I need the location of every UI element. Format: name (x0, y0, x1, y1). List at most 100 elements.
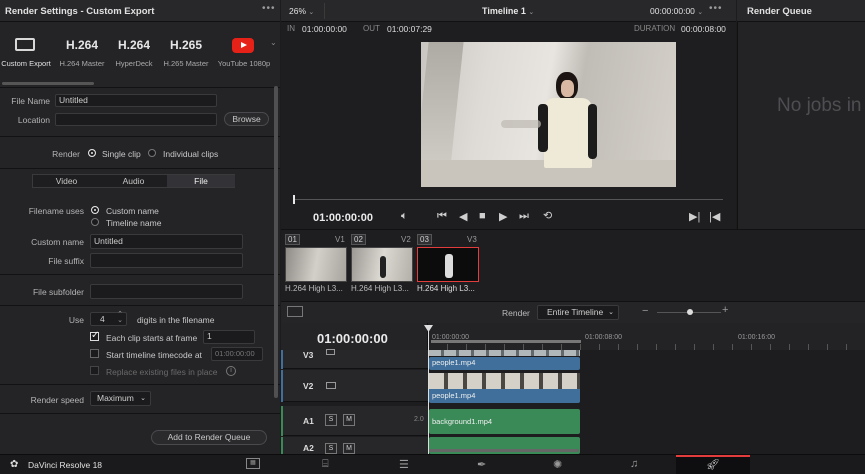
fusion-page-icon[interactable]: ✒︎ (477, 458, 486, 471)
timeline-view-icon[interactable] (287, 306, 303, 317)
digits-stepper[interactable]: 4 ⌃ ⌄ (90, 311, 127, 326)
tab-video[interactable]: Video (33, 176, 100, 186)
viewer-header: 26% ⌄ Timeline 1 ⌄ 00:00:00:00 ⌄ ••• (281, 0, 736, 22)
each-clip-checkbox[interactable]: ✓ (90, 330, 99, 341)
timeline-render-label: Render (502, 308, 530, 318)
clip-track: V3 (467, 235, 477, 244)
file-subfolder-field[interactable] (90, 284, 243, 299)
play-icon[interactable]: ▶︎ (499, 210, 507, 223)
volume-icon[interactable]: 🔈︎ (401, 210, 408, 223)
settings-scrollbar[interactable] (274, 86, 278, 398)
preset-h264-master[interactable]: H.264 H.264 Master (56, 30, 108, 80)
custom-name-field[interactable]: Untitled (90, 234, 243, 249)
preset-custom-export[interactable]: Custom Export (0, 30, 52, 80)
video-frame[interactable] (421, 42, 676, 187)
stop-icon[interactable]: ■ (479, 210, 486, 222)
track-header-v3[interactable]: V3 (281, 349, 428, 369)
viewer-options-icon[interactable]: ••• (709, 3, 723, 14)
location-field[interactable] (55, 113, 217, 126)
zoom-value: 26% (289, 6, 307, 16)
play-reverse-icon[interactable]: ◀︎ (459, 210, 467, 223)
start-tc-checkbox[interactable] (90, 349, 99, 358)
skip-to-end-icon[interactable]: ⏭︎ (519, 210, 529, 223)
monitor-icon[interactable] (326, 349, 335, 355)
clip-name: background1.mp4 (432, 417, 493, 426)
track-header-v2[interactable]: V2 (281, 370, 428, 402)
skip-to-start-icon[interactable]: ⏮︎ (437, 210, 447, 223)
render-queue-header: Render Queue (737, 0, 865, 22)
preset-label: H.265 Master (163, 59, 209, 68)
solo-button[interactable]: S (325, 443, 337, 454)
deliver-page-tab[interactable]: 🚀︎ (676, 455, 750, 474)
timeline-ruler[interactable]: 01:00:00:00 01:00:08:00 01:00:16:00 (428, 323, 865, 350)
out-label: OUT (363, 24, 380, 33)
tab-audio[interactable]: Audio (100, 176, 167, 186)
preset-youtube[interactable]: YouTube 1080p (216, 30, 272, 80)
info-icon[interactable]: i (226, 366, 236, 376)
clip-thumb-01[interactable]: 01 V1 H.264 High L3... (285, 234, 347, 294)
chevron-down-icon: ⌄ (308, 9, 315, 16)
zoom-dropdown[interactable]: 26% ⌄ (289, 6, 314, 16)
file-name-field[interactable]: Untitled (55, 94, 217, 107)
timeline-clip-v3[interactable] (429, 350, 580, 356)
duration-label: DURATION (634, 24, 676, 33)
replace-checkbox[interactable] (90, 366, 99, 375)
individual-clips-radio[interactable] (148, 149, 156, 157)
chevron-down-icon[interactable]: ⌄ (270, 38, 277, 47)
file-suffix-field[interactable] (90, 253, 243, 268)
render-settings-title: Render Settings - Custom Export (5, 6, 155, 17)
custom-name-option: Custom name (106, 206, 159, 216)
clip-strip: 01 V1 H.264 High L3... 02 V2 H.264 High … (281, 229, 865, 301)
track-header-a2[interactable]: A2 S M (281, 437, 428, 454)
cut-page-icon[interactable]: ⌸ (322, 458, 329, 471)
header-timecode-value: 00:00:00:00 (650, 6, 695, 16)
stepper-arrows-icon[interactable]: ⌃ ⌄ (117, 311, 123, 324)
start-tc-field[interactable]: 01:00:00:00 (211, 347, 263, 361)
timeline-clip-v1[interactable]: people1.mp4 (429, 373, 580, 403)
filename-uses-label: Filename uses (28, 206, 84, 216)
loop-icon[interactable]: ⟲ (543, 209, 552, 222)
color-page-icon[interactable]: ✺ (553, 458, 562, 471)
clip-thumb-02[interactable]: 02 V2 H.264 High L3... (351, 234, 413, 294)
next-clip-icon[interactable]: ▶︎| (689, 210, 700, 223)
zoom-slider-handle[interactable] (687, 309, 693, 315)
mute-button[interactable]: M (343, 443, 355, 454)
viewer-scrubber[interactable] (293, 199, 723, 200)
in-label: IN (287, 24, 295, 33)
clip-name: people1.mp4 (432, 391, 476, 400)
single-clip-radio[interactable] (88, 149, 96, 157)
previous-clip-icon[interactable]: |◀︎ (709, 210, 720, 223)
fairlight-page-icon[interactable]: ♫ (630, 458, 638, 470)
edit-page-icon[interactable]: ☰ (399, 458, 409, 471)
timeline-clip-v2[interactable]: people1.mp4 (429, 357, 580, 370)
file-suffix-label: File suffix (48, 256, 84, 266)
timeline-clip-a1[interactable]: background1.mp4 (429, 409, 580, 434)
timeline-scrollbar[interactable] (429, 449, 579, 452)
media-page-icon[interactable]: ▦ (246, 458, 260, 469)
audio-level: 2.0 (414, 416, 424, 423)
page-dock: ✿ DaVinci Resolve 18 ▦ ⌸ ☰ ✒︎ ✺ ♫ 🚀︎ (0, 454, 865, 474)
clip-thumb-03[interactable]: 03 V3 H.264 High L3... (417, 234, 479, 294)
custom-name-radio[interactable] (91, 206, 99, 214)
each-clip-field[interactable]: 1 (203, 330, 255, 344)
render-settings-options-icon[interactable]: ••• (262, 3, 276, 14)
monitor-icon[interactable] (326, 382, 336, 389)
add-to-render-queue-button[interactable]: Add to Render Queue (151, 430, 267, 445)
tab-file[interactable]: File (167, 175, 235, 187)
solo-button[interactable]: S (325, 414, 337, 426)
render-speed-dropdown[interactable]: Maximum ⌄ (90, 391, 151, 406)
render-range-dropdown[interactable]: Entire Timeline ⌄ (537, 305, 619, 320)
timeline-selector[interactable]: Timeline 1 ⌄ (482, 6, 534, 16)
mute-button[interactable]: M (343, 414, 355, 426)
timeline-name-radio[interactable] (91, 218, 99, 226)
preset-h265-master[interactable]: H.265 H.265 Master (160, 30, 212, 80)
presets-scrollbar[interactable] (2, 82, 94, 85)
zoom-in-icon[interactable]: + (722, 304, 728, 316)
preset-hyperdeck[interactable]: H.264 HyperDeck (108, 30, 160, 80)
track-header-a1[interactable]: A1 S M 2.0 (281, 406, 428, 436)
browse-button[interactable]: Browse (224, 112, 269, 126)
header-timecode[interactable]: 00:00:00:00 ⌄ (650, 6, 703, 16)
clip-name: H.264 High L3... (285, 284, 343, 293)
zoom-out-icon[interactable]: − (642, 305, 648, 317)
playhead-marker[interactable] (293, 195, 295, 204)
